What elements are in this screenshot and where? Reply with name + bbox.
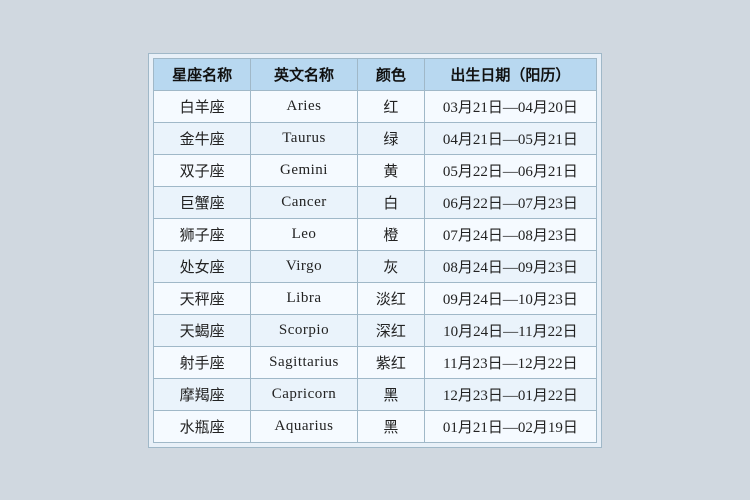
zodiac-table-container: 星座名称 英文名称 颜色 出生日期（阳历） 白羊座Aries红03月21日—04… — [148, 53, 602, 448]
cell-dates: 01月21日—02月19日 — [424, 410, 596, 442]
cell-english: Virgo — [251, 250, 358, 282]
cell-chinese: 摩羯座 — [154, 378, 251, 410]
cell-dates: 04月21日—05月21日 — [424, 122, 596, 154]
zodiac-table: 星座名称 英文名称 颜色 出生日期（阳历） 白羊座Aries红03月21日—04… — [153, 58, 597, 443]
cell-chinese: 天蝎座 — [154, 314, 251, 346]
cell-english: Sagittarius — [251, 346, 358, 378]
col-header-chinese: 星座名称 — [154, 58, 251, 90]
cell-english: Cancer — [251, 186, 358, 218]
table-header-row: 星座名称 英文名称 颜色 出生日期（阳历） — [154, 58, 597, 90]
cell-english: Taurus — [251, 122, 358, 154]
cell-english: Scorpio — [251, 314, 358, 346]
cell-dates: 06月22日—07月23日 — [424, 186, 596, 218]
cell-dates: 09月24日—10月23日 — [424, 282, 596, 314]
cell-dates: 11月23日—12月22日 — [424, 346, 596, 378]
table-body: 白羊座Aries红03月21日—04月20日金牛座Taurus绿04月21日—0… — [154, 90, 597, 442]
cell-color: 紫红 — [357, 346, 424, 378]
cell-chinese: 狮子座 — [154, 218, 251, 250]
cell-chinese: 白羊座 — [154, 90, 251, 122]
cell-color: 深红 — [357, 314, 424, 346]
table-row: 射手座Sagittarius紫红11月23日—12月22日 — [154, 346, 597, 378]
col-header-english: 英文名称 — [251, 58, 358, 90]
table-row: 水瓶座Aquarius黑01月21日—02月19日 — [154, 410, 597, 442]
cell-color: 橙 — [357, 218, 424, 250]
cell-english: Aries — [251, 90, 358, 122]
cell-dates: 07月24日—08月23日 — [424, 218, 596, 250]
table-row: 摩羯座Capricorn黑12月23日—01月22日 — [154, 378, 597, 410]
col-header-dates: 出生日期（阳历） — [424, 58, 596, 90]
cell-color: 黑 — [357, 378, 424, 410]
cell-english: Aquarius — [251, 410, 358, 442]
cell-color: 白 — [357, 186, 424, 218]
table-row: 双子座Gemini黄05月22日—06月21日 — [154, 154, 597, 186]
cell-english: Capricorn — [251, 378, 358, 410]
cell-chinese: 天秤座 — [154, 282, 251, 314]
cell-color: 淡红 — [357, 282, 424, 314]
cell-color: 黄 — [357, 154, 424, 186]
cell-english: Libra — [251, 282, 358, 314]
cell-chinese: 金牛座 — [154, 122, 251, 154]
cell-dates: 03月21日—04月20日 — [424, 90, 596, 122]
cell-color: 绿 — [357, 122, 424, 154]
cell-chinese: 水瓶座 — [154, 410, 251, 442]
table-row: 处女座Virgo灰08月24日—09月23日 — [154, 250, 597, 282]
table-row: 巨蟹座Cancer白06月22日—07月23日 — [154, 186, 597, 218]
cell-chinese: 巨蟹座 — [154, 186, 251, 218]
cell-chinese: 射手座 — [154, 346, 251, 378]
cell-color: 灰 — [357, 250, 424, 282]
cell-dates: 10月24日—11月22日 — [424, 314, 596, 346]
cell-chinese: 双子座 — [154, 154, 251, 186]
cell-dates: 12月23日—01月22日 — [424, 378, 596, 410]
table-row: 狮子座Leo橙07月24日—08月23日 — [154, 218, 597, 250]
cell-dates: 08月24日—09月23日 — [424, 250, 596, 282]
table-row: 天秤座Libra淡红09月24日—10月23日 — [154, 282, 597, 314]
cell-color: 红 — [357, 90, 424, 122]
table-row: 金牛座Taurus绿04月21日—05月21日 — [154, 122, 597, 154]
cell-english: Leo — [251, 218, 358, 250]
cell-color: 黑 — [357, 410, 424, 442]
table-row: 白羊座Aries红03月21日—04月20日 — [154, 90, 597, 122]
cell-chinese: 处女座 — [154, 250, 251, 282]
cell-english: Gemini — [251, 154, 358, 186]
table-row: 天蝎座Scorpio深红10月24日—11月22日 — [154, 314, 597, 346]
col-header-color: 颜色 — [357, 58, 424, 90]
cell-dates: 05月22日—06月21日 — [424, 154, 596, 186]
